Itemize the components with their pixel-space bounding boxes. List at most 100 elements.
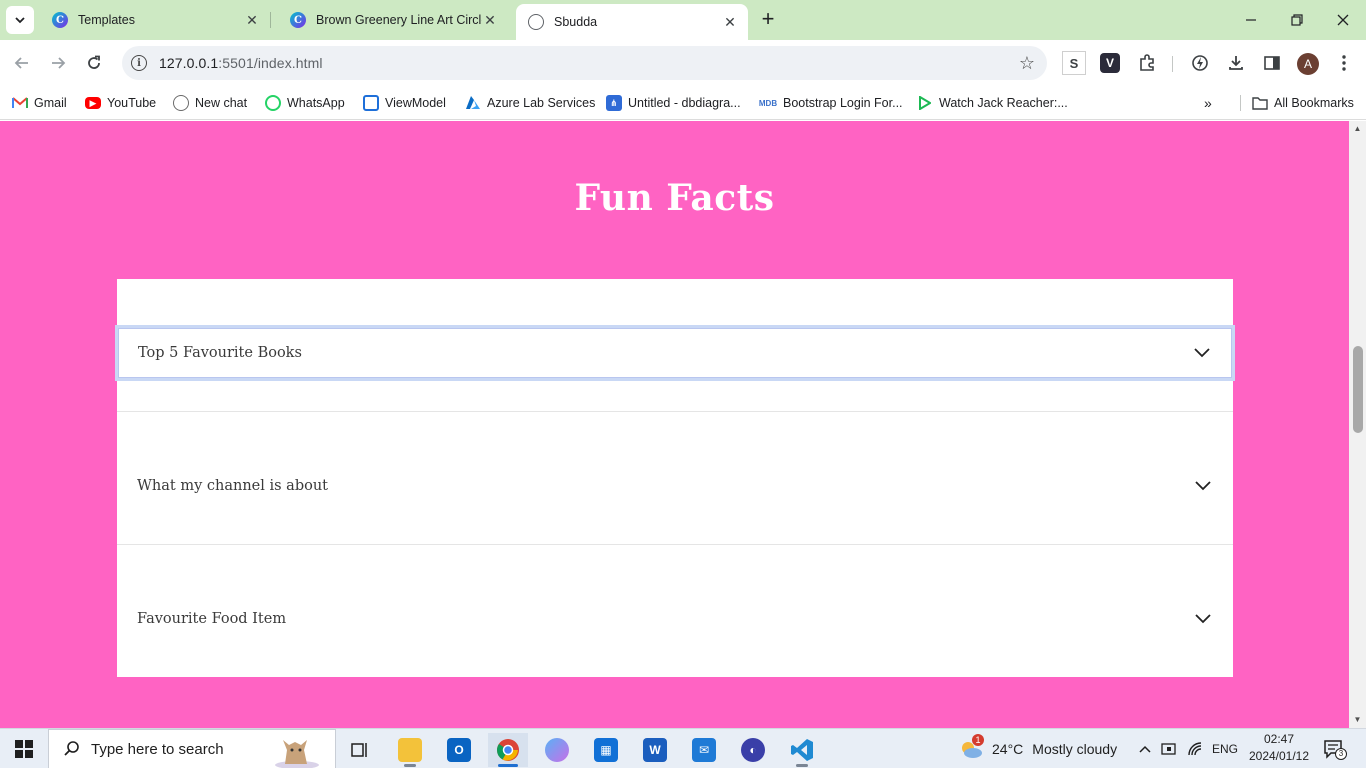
start-button[interactable] (0, 729, 48, 768)
weather-desc: Mostly cloudy (1032, 741, 1118, 757)
address-bar[interactable]: i 127.0.0.1:5501/index.html ☆ (122, 46, 1047, 80)
play-icon (917, 95, 933, 111)
copilot-button[interactable] (537, 733, 577, 767)
show-hidden-icons-chevron-up-icon[interactable] (1138, 729, 1152, 768)
bookmark-label: Bootstrap Login For... (783, 96, 903, 110)
accordion-toggle-favourite-books[interactable]: Top 5 Favourite Books (115, 325, 1235, 381)
profile-avatar[interactable]: A (1297, 53, 1319, 75)
bookmark-gmail[interactable]: Gmail (12, 92, 67, 114)
url-text: 127.0.0.1:5501/index.html (159, 55, 323, 71)
word-icon: W (643, 738, 667, 762)
search-highlight-lynx-icon (275, 740, 319, 768)
close-icon[interactable]: ✕ (244, 12, 260, 28)
bookmark-dbdiagram[interactable]: ⋔ Untitled - dbdiagra... (606, 92, 741, 114)
bookmark-label: Gmail (34, 96, 67, 110)
tab-brown-greenery[interactable]: C Brown Greenery Line Art Circle L ✕ (278, 4, 508, 36)
extension-s[interactable]: S (1062, 51, 1086, 75)
file-explorer-button[interactable] (390, 733, 430, 767)
bookmark-label: Watch Jack Reacher:... (939, 96, 1068, 110)
page-scrollbar[interactable]: ▲ ▼ (1349, 121, 1366, 728)
site-info-icon[interactable]: i (131, 55, 147, 71)
task-view-icon (351, 743, 367, 757)
store-icon: ▦ (594, 738, 618, 762)
performance-icon[interactable] (1188, 51, 1212, 75)
tab-title: Sbudda (554, 15, 598, 29)
folder-icon (398, 738, 422, 762)
weather-badge: 1 (972, 734, 984, 746)
tab-sbudda[interactable]: Sbudda ✕ (516, 4, 748, 40)
system-clock[interactable]: 02:47 2024/01/12 (1244, 731, 1314, 765)
bookmark-youtube[interactable]: ▶ YouTube (85, 92, 156, 114)
minimize-button[interactable] (1228, 0, 1274, 40)
whatsapp-icon (265, 95, 281, 111)
accordion-toggle-favourite-food[interactable]: Favourite Food Item (117, 591, 1233, 647)
bookmark-jack-reacher[interactable]: Watch Jack Reacher:... (917, 92, 1068, 114)
scroll-down-arrow-icon[interactable]: ▼ (1349, 712, 1366, 728)
language-indicator[interactable]: ENG (1212, 729, 1238, 768)
chevron-down-icon (15, 17, 25, 24)
close-window-button[interactable] (1320, 0, 1366, 40)
bookmark-whatsapp[interactable]: WhatsApp (265, 92, 345, 114)
tab-title: Templates (78, 13, 135, 27)
store-button[interactable]: ▦ (586, 733, 626, 767)
scroll-up-arrow-icon[interactable]: ▲ (1349, 121, 1366, 137)
tab-templates[interactable]: C Templates ✕ (40, 4, 270, 36)
windows-taskbar: Type here to search O ▦ W ✉ ◐ 1 24°C Mos… (0, 728, 1366, 768)
new-tab-button[interactable]: + (756, 6, 780, 34)
close-icon[interactable]: ✕ (482, 12, 498, 28)
mail-button[interactable]: ✉ (684, 733, 724, 767)
all-bookmarks[interactable]: All Bookmarks (1252, 92, 1354, 114)
bookmarks-overflow-chevron-icon[interactable]: » (1204, 92, 1212, 114)
canva-icon: C (52, 12, 68, 28)
app-moon-button[interactable]: ◐ (733, 733, 773, 767)
tab-separator (270, 12, 271, 28)
side-panel-icon[interactable] (1260, 51, 1284, 75)
extensions-puzzle-icon[interactable] (1135, 51, 1159, 75)
weather-temp: 24°C (992, 741, 1024, 757)
bookmark-bootstrap-login[interactable]: MDB Bootstrap Login For... (759, 92, 903, 114)
accordion-label: What my channel is about (137, 478, 328, 494)
outlook-button[interactable]: O (439, 733, 479, 767)
forward-button[interactable] (43, 48, 73, 78)
copilot-icon (545, 738, 569, 762)
restore-icon (1291, 14, 1303, 26)
clock-date: 2024/01/12 (1248, 749, 1310, 763)
arrow-left-icon (14, 57, 28, 69)
cloudy-weather-icon: 1 (958, 734, 984, 760)
menu-kebab-icon[interactable] (1332, 51, 1356, 75)
toolbar-separator (1172, 56, 1173, 72)
close-icon[interactable]: ✕ (722, 14, 738, 30)
restore-button[interactable] (1274, 0, 1320, 40)
task-view-button[interactable] (340, 733, 380, 767)
back-button[interactable] (7, 48, 37, 78)
url-path: :5501/index.html (218, 55, 323, 71)
canva-icon: C (290, 12, 306, 28)
bookmark-star-icon[interactable]: ☆ (1019, 53, 1035, 74)
accordion-toggle-channel[interactable]: What my channel is about (117, 458, 1233, 514)
bookmark-new-chat[interactable]: New chat (173, 92, 247, 114)
extension-v[interactable]: V (1100, 53, 1120, 73)
notifications-button[interactable]: 3 (1323, 738, 1347, 760)
reload-button[interactable] (79, 48, 109, 78)
download-icon[interactable] (1224, 51, 1248, 75)
reload-icon (88, 55, 100, 69)
bookmark-azure[interactable]: Azure Lab Services (465, 92, 595, 114)
dbdiagram-icon: ⋔ (606, 95, 622, 111)
outlook-icon: O (447, 738, 471, 762)
bookmark-viewmodel[interactable]: ViewModel (363, 92, 446, 114)
clock-time: 02:47 (1263, 732, 1295, 746)
meet-now-icon[interactable] (1161, 729, 1179, 768)
scrollbar-thumb[interactable] (1353, 346, 1363, 433)
vscode-button[interactable] (782, 733, 822, 767)
gmail-icon (12, 95, 28, 111)
tab-search-button[interactable] (6, 6, 34, 34)
weather-widget[interactable]: 1 24°C Mostly cloudy (958, 729, 1117, 768)
taskbar-search[interactable]: Type here to search (48, 729, 336, 768)
word-button[interactable]: W (635, 733, 675, 767)
vscode-icon (791, 739, 813, 761)
url-host: 127.0.0.1 (159, 55, 219, 71)
accordion-item: Favourite Food Item (117, 545, 1233, 678)
chrome-button[interactable] (488, 733, 528, 767)
network-wifi-icon[interactable] (1187, 729, 1205, 768)
chevron-down-icon (1195, 614, 1211, 624)
